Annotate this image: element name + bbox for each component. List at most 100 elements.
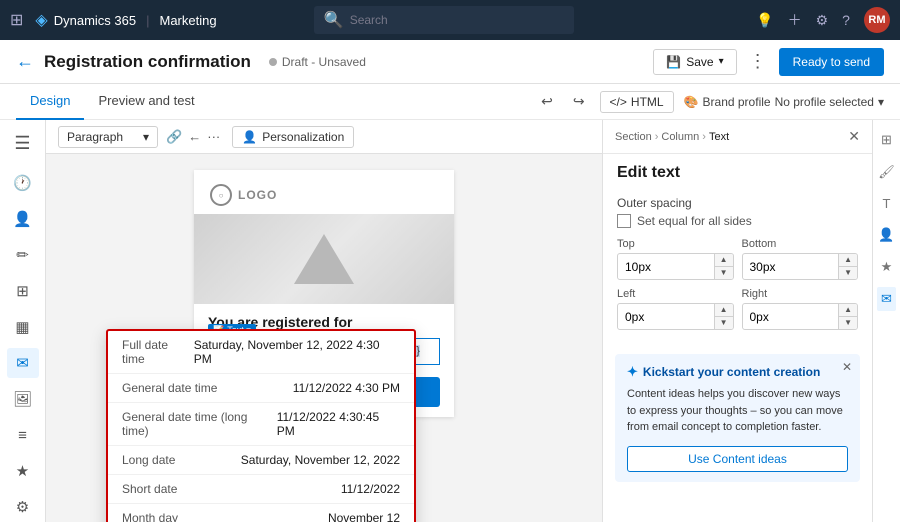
back-arrow-icon[interactable]: ← (188, 129, 201, 144)
sidebar-icon-layout[interactable]: ⊞ (7, 276, 39, 306)
breadcrumb-current: Text (709, 131, 729, 143)
bottom-spacing-field: Bottom ▲ ▼ (742, 238, 859, 280)
bottom-input-group: ▲ ▼ (742, 253, 859, 280)
dropdown-row-monthday[interactable]: Month day November 12 (108, 504, 414, 522)
gendtlong-label: General date time (long time) (122, 410, 277, 438)
left-input[interactable] (618, 306, 714, 328)
sidebar-icon-image[interactable]: 🖼 (7, 384, 39, 414)
right-stepper-up[interactable]: ▲ (839, 304, 857, 317)
dropdown-row-fulldt[interactable]: Full date time Saturday, November 12, 20… (108, 331, 414, 374)
fulldt-label: Full date time (122, 338, 194, 366)
html-label: HTML (631, 95, 664, 109)
search-input[interactable] (350, 13, 564, 27)
search-bar[interactable]: 🔍 (314, 6, 574, 34)
html-button[interactable]: </> HTML (600, 91, 674, 113)
main-layout: ☰ 🕐 👤 ✏ ⊞ ▦ ✉ 🖼 ≡ ★ ⚙ Paragraph ▾ 🔗 ← ··… (0, 120, 900, 522)
canvas-toolbar: Paragraph ▾ 🔗 ← ··· 👤 Personalization (46, 120, 602, 154)
dropdown-row-shortdate[interactable]: Short date 11/12/2022 (108, 475, 414, 504)
paragraph-select[interactable]: Paragraph ▾ (58, 126, 158, 148)
shortdate-label: Short date (122, 482, 177, 496)
tabs-toolbar: Design Preview and test ↩ ↪ </> HTML 🎨 B… (0, 84, 900, 120)
redo-button[interactable]: ↪ (568, 90, 590, 113)
dropdown-row-gendtlong[interactable]: General date time (long time) 11/12/2022… (108, 403, 414, 446)
undo-button[interactable]: ↩ (536, 90, 558, 113)
right-sidebar-icon-person[interactable]: 👤 (874, 223, 898, 247)
right-sidebar: ⊞ 🖌 T 👤 ★ ✉ (872, 120, 900, 522)
right-sidebar-icon-text[interactable]: T (879, 192, 895, 215)
right-label: Right (742, 288, 859, 300)
bottom-stepper-up[interactable]: ▲ (839, 254, 857, 267)
right-stepper-down[interactable]: ▼ (839, 317, 857, 329)
close-panel-button[interactable]: ✕ (848, 128, 860, 145)
person-icon: 👤 (242, 130, 257, 144)
help-icon[interactable]: ? (842, 12, 850, 28)
lightbulb-icon[interactable]: 💡 (756, 12, 773, 29)
monthday-value: November 12 (328, 511, 400, 522)
bottom-stepper-down[interactable]: ▼ (839, 267, 857, 279)
sidebar-icon-email[interactable]: ✉ (7, 348, 39, 378)
right-stepper: ▲ ▼ (838, 304, 857, 329)
dropdown-row-gendt[interactable]: General date time 11/12/2022 4:30 PM (108, 374, 414, 403)
top-stepper-up[interactable]: ▲ (715, 254, 733, 267)
kickstart-icon: ✦ (627, 364, 638, 380)
bottom-input[interactable] (743, 256, 839, 278)
sidebar-icon-edit[interactable]: ✏ (7, 240, 39, 270)
sidebar-icon-list[interactable]: ≡ (7, 420, 39, 450)
ready-to-send-button[interactable]: Ready to send (779, 48, 884, 76)
grid-icon[interactable]: ⊞ (10, 10, 23, 30)
brand-profile-label: Brand profile (703, 95, 771, 109)
kickstart-close-button[interactable]: ✕ (842, 360, 852, 374)
personalization-button[interactable]: 👤 Personalization (232, 126, 354, 148)
top-input-group: ▲ ▼ (617, 253, 734, 280)
gendt-label: General date time (122, 381, 217, 395)
bottom-label: Bottom (742, 238, 859, 250)
app-brand: ◈ Dynamics 365 | Marketing (35, 10, 216, 30)
save-button[interactable]: 💾 Save ▾ (653, 49, 736, 75)
back-button[interactable]: ← (16, 51, 34, 72)
draft-dot (269, 58, 277, 66)
right-input[interactable] (743, 306, 839, 328)
tab-design[interactable]: Design (16, 84, 84, 120)
sidebar-icon-clock[interactable]: 🕐 (7, 168, 39, 198)
dropdown-row-longdate[interactable]: Long date Saturday, November 12, 2022 (108, 446, 414, 475)
right-input-group: ▲ ▼ (742, 303, 859, 330)
tab-preview[interactable]: Preview and test (84, 84, 208, 120)
brand-profile[interactable]: 🎨 Brand profile No profile selected ▾ (684, 95, 884, 109)
left-stepper-up[interactable]: ▲ (715, 304, 733, 317)
right-sidebar-icon-email[interactable]: ✉ (877, 287, 896, 311)
set-equal-checkbox[interactable] (617, 214, 631, 228)
left-sidebar: ☰ 🕐 👤 ✏ ⊞ ▦ ✉ 🖼 ≡ ★ ⚙ (0, 120, 46, 522)
right-spacing-field: Right ▲ ▼ (742, 288, 859, 330)
brand-logo: ◈ (35, 10, 47, 30)
sidebar-icon-person[interactable]: 👤 (7, 204, 39, 234)
top-stepper-down[interactable]: ▼ (715, 267, 733, 279)
paragraph-chevron-icon: ▾ (143, 130, 149, 144)
avatar[interactable]: RM (864, 7, 890, 33)
sidebar-icon-star[interactable]: ★ (7, 456, 39, 486)
sidebar-icon-grid[interactable]: ▦ (7, 312, 39, 342)
canvas-content: ○ LOGO You are registered for 📝 Text ▾ (46, 154, 602, 522)
add-icon[interactable]: ＋ (788, 10, 802, 30)
right-sidebar-icon-star[interactable]: ★ (877, 255, 897, 279)
right-sidebar-icon-brush[interactable]: 🖌 (874, 160, 899, 184)
link-icon[interactable]: 🔗 (166, 129, 182, 145)
ellipsis-icon[interactable]: ··· (207, 129, 220, 144)
settings-icon[interactable]: ⚙ (816, 12, 829, 29)
save-chevron-icon: ▾ (719, 56, 724, 67)
palette-icon: 🎨 (684, 95, 699, 109)
left-stepper-down[interactable]: ▼ (715, 317, 733, 329)
bottom-stepper: ▲ ▼ (838, 254, 857, 279)
sidebar-icon-settings[interactable]: ⚙ (7, 492, 39, 522)
longdate-value: Saturday, November 12, 2022 (241, 453, 400, 467)
right-panel-header: Section › Column › Text ✕ (603, 120, 872, 154)
top-stepper: ▲ ▼ (714, 254, 733, 279)
gendt-value: 11/12/2022 4:30 PM (293, 381, 400, 395)
toolbar-right: ↩ ↪ </> HTML 🎨 Brand profile No profile … (536, 90, 884, 113)
save-icon: 💾 (666, 55, 681, 69)
right-sidebar-icon-layout[interactable]: ⊞ (877, 128, 896, 152)
module-name: Marketing (159, 13, 216, 28)
top-input[interactable] (618, 256, 714, 278)
sidebar-menu-icon[interactable]: ☰ (7, 128, 39, 158)
more-options-button[interactable]: ⋮ (745, 51, 771, 72)
use-content-ideas-button[interactable]: Use Content ideas (627, 446, 848, 472)
